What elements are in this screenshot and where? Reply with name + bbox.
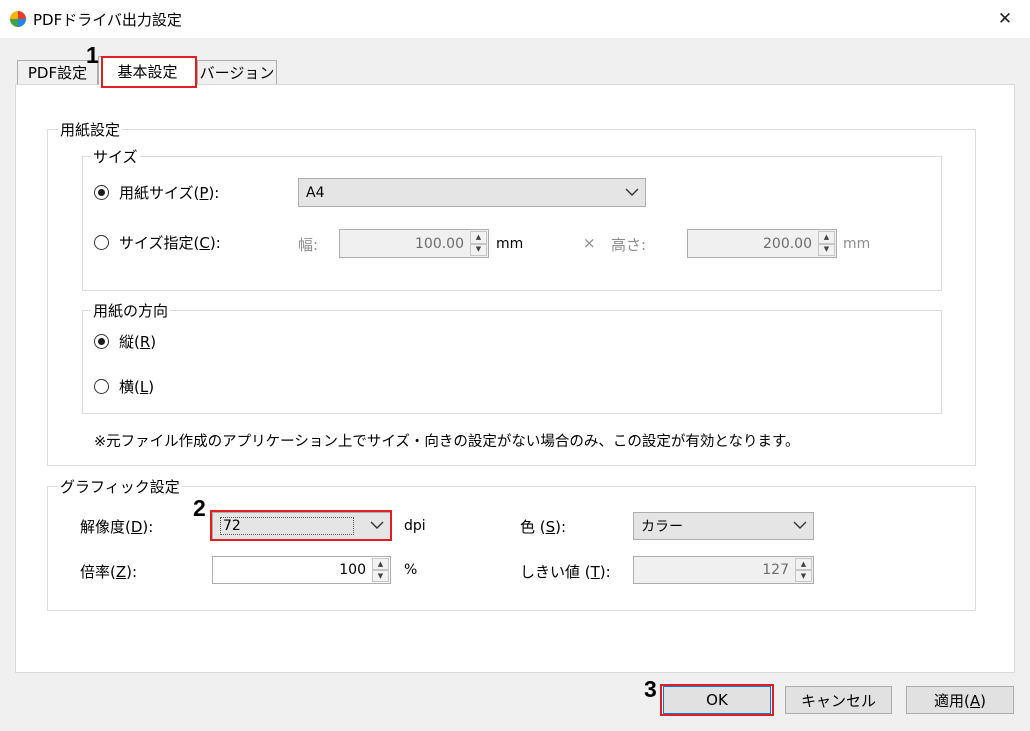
width-unit: mm [496, 236, 524, 252]
portrait-radio[interactable] [94, 334, 109, 349]
paper-size-value: A4 [306, 184, 325, 201]
scale-spin-buttons[interactable]: ▲ ▼ [372, 558, 389, 582]
size-group-title: サイズ [91, 146, 140, 167]
width-label: 幅: [298, 236, 319, 254]
paper-size-label: 用紙サイズ(P): [119, 184, 220, 202]
scale-value: 100 [339, 562, 366, 578]
scale-unit: % [404, 562, 418, 578]
threshold-stepper[interactable]: 127 ▲ ▼ [633, 556, 814, 584]
orientation-group-title: 用紙の方向 [91, 300, 171, 321]
color-value: カラー [641, 519, 683, 535]
scale-label: 倍率(Z): [80, 563, 138, 581]
graphic-settings-title: グラフィック設定 [58, 476, 182, 497]
threshold-value: 127 [762, 562, 789, 578]
threshold-label: しきい値 (T): [520, 563, 611, 581]
chevron-down-icon [625, 188, 639, 196]
height-label: 高さ: [611, 236, 647, 254]
spin-down-icon: ▼ [372, 570, 389, 582]
color-select[interactable]: カラー [633, 512, 814, 540]
step-number-1: 1 [86, 42, 99, 68]
close-button[interactable]: ✕ [988, 3, 1022, 35]
spin-up-icon: ▲ [818, 231, 835, 244]
resolution-unit: dpi [404, 518, 426, 534]
height-stepper[interactable]: 200.00 ▲ ▼ [687, 229, 837, 258]
paper-settings-note: ※元ファイル作成のアプリケーション上でサイズ・向きの設定がない場合のみ、この設定… [94, 434, 800, 450]
spin-up-icon: ▲ [470, 231, 487, 244]
height-spin-buttons[interactable]: ▲ ▼ [818, 231, 835, 256]
landscape-radio[interactable] [94, 379, 109, 394]
size-group [82, 156, 942, 291]
spin-down-icon: ▼ [795, 570, 812, 582]
highlight-box-3 [660, 684, 774, 716]
height-unit: mm [843, 236, 871, 252]
highlight-box-2 [210, 510, 392, 541]
graphic-settings-group [47, 486, 976, 611]
close-icon: ✕ [997, 9, 1013, 29]
color-label: 色 (S): [520, 518, 567, 536]
spin-up-icon: ▲ [795, 558, 812, 570]
width-spin-buttons[interactable]: ▲ ▼ [470, 231, 487, 256]
highlight-box-1 [101, 56, 197, 88]
orientation-group [82, 310, 942, 414]
times-sign: × [583, 234, 596, 252]
paper-size-radio[interactable] [94, 185, 109, 200]
app-icon [10, 11, 26, 27]
spin-up-icon: ▲ [372, 558, 389, 570]
custom-size-label: サイズ指定(C): [119, 234, 221, 252]
portrait-label: 縦(R) [119, 333, 157, 351]
width-value: 100.00 [415, 235, 464, 252]
scale-stepper[interactable]: 100 ▲ ▼ [212, 556, 391, 584]
apply-button[interactable]: 適用(A) [906, 686, 1014, 714]
tab-version[interactable]: バージョン [197, 60, 277, 84]
threshold-spin-buttons[interactable]: ▲ ▼ [795, 558, 812, 582]
window-title: PDFドライバ出力設定 [33, 11, 182, 29]
cancel-label: キャンセル [800, 691, 876, 710]
step-number-2: 2 [193, 495, 206, 521]
apply-label: 適用(A) [934, 691, 986, 710]
paper-size-select[interactable]: A4 [298, 178, 646, 207]
spin-down-icon: ▼ [818, 243, 835, 256]
custom-size-radio[interactable] [94, 235, 109, 250]
width-stepper[interactable]: 100.00 ▲ ▼ [339, 229, 489, 258]
tab-label: PDF設定 [27, 64, 88, 82]
height-value: 200.00 [763, 235, 812, 252]
spin-down-icon: ▼ [470, 243, 487, 256]
resolution-label: 解像度(D): [80, 518, 154, 536]
landscape-label: 横(L) [119, 378, 155, 396]
chevron-down-icon [793, 521, 807, 529]
tab-label: バージョン [199, 64, 275, 82]
paper-settings-title: 用紙設定 [58, 119, 123, 140]
step-number-3: 3 [644, 676, 657, 702]
cancel-button[interactable]: キャンセル [785, 686, 892, 714]
